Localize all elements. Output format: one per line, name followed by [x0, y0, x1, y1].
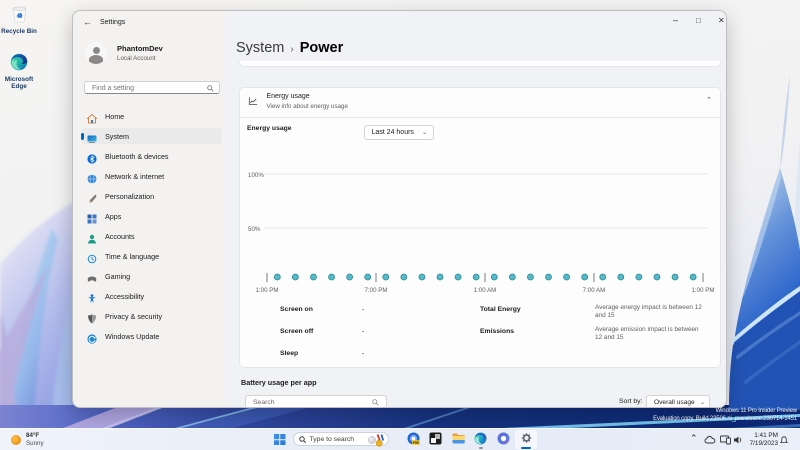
svg-text:1:00 PM: 1:00 PM	[691, 287, 714, 294]
svg-text:1:00 PM: 1:00 PM	[255, 287, 278, 294]
svg-text:50%: 50%	[248, 226, 261, 233]
svg-text:1:00 AM: 1:00 AM	[474, 287, 497, 294]
svg-text:7:00 PM: 7:00 PM	[364, 287, 387, 294]
svg-text:100%: 100%	[248, 172, 264, 179]
svg-text:PRE: PRE	[413, 441, 420, 445]
svg-text:7:00 AM: 7:00 AM	[583, 287, 606, 294]
